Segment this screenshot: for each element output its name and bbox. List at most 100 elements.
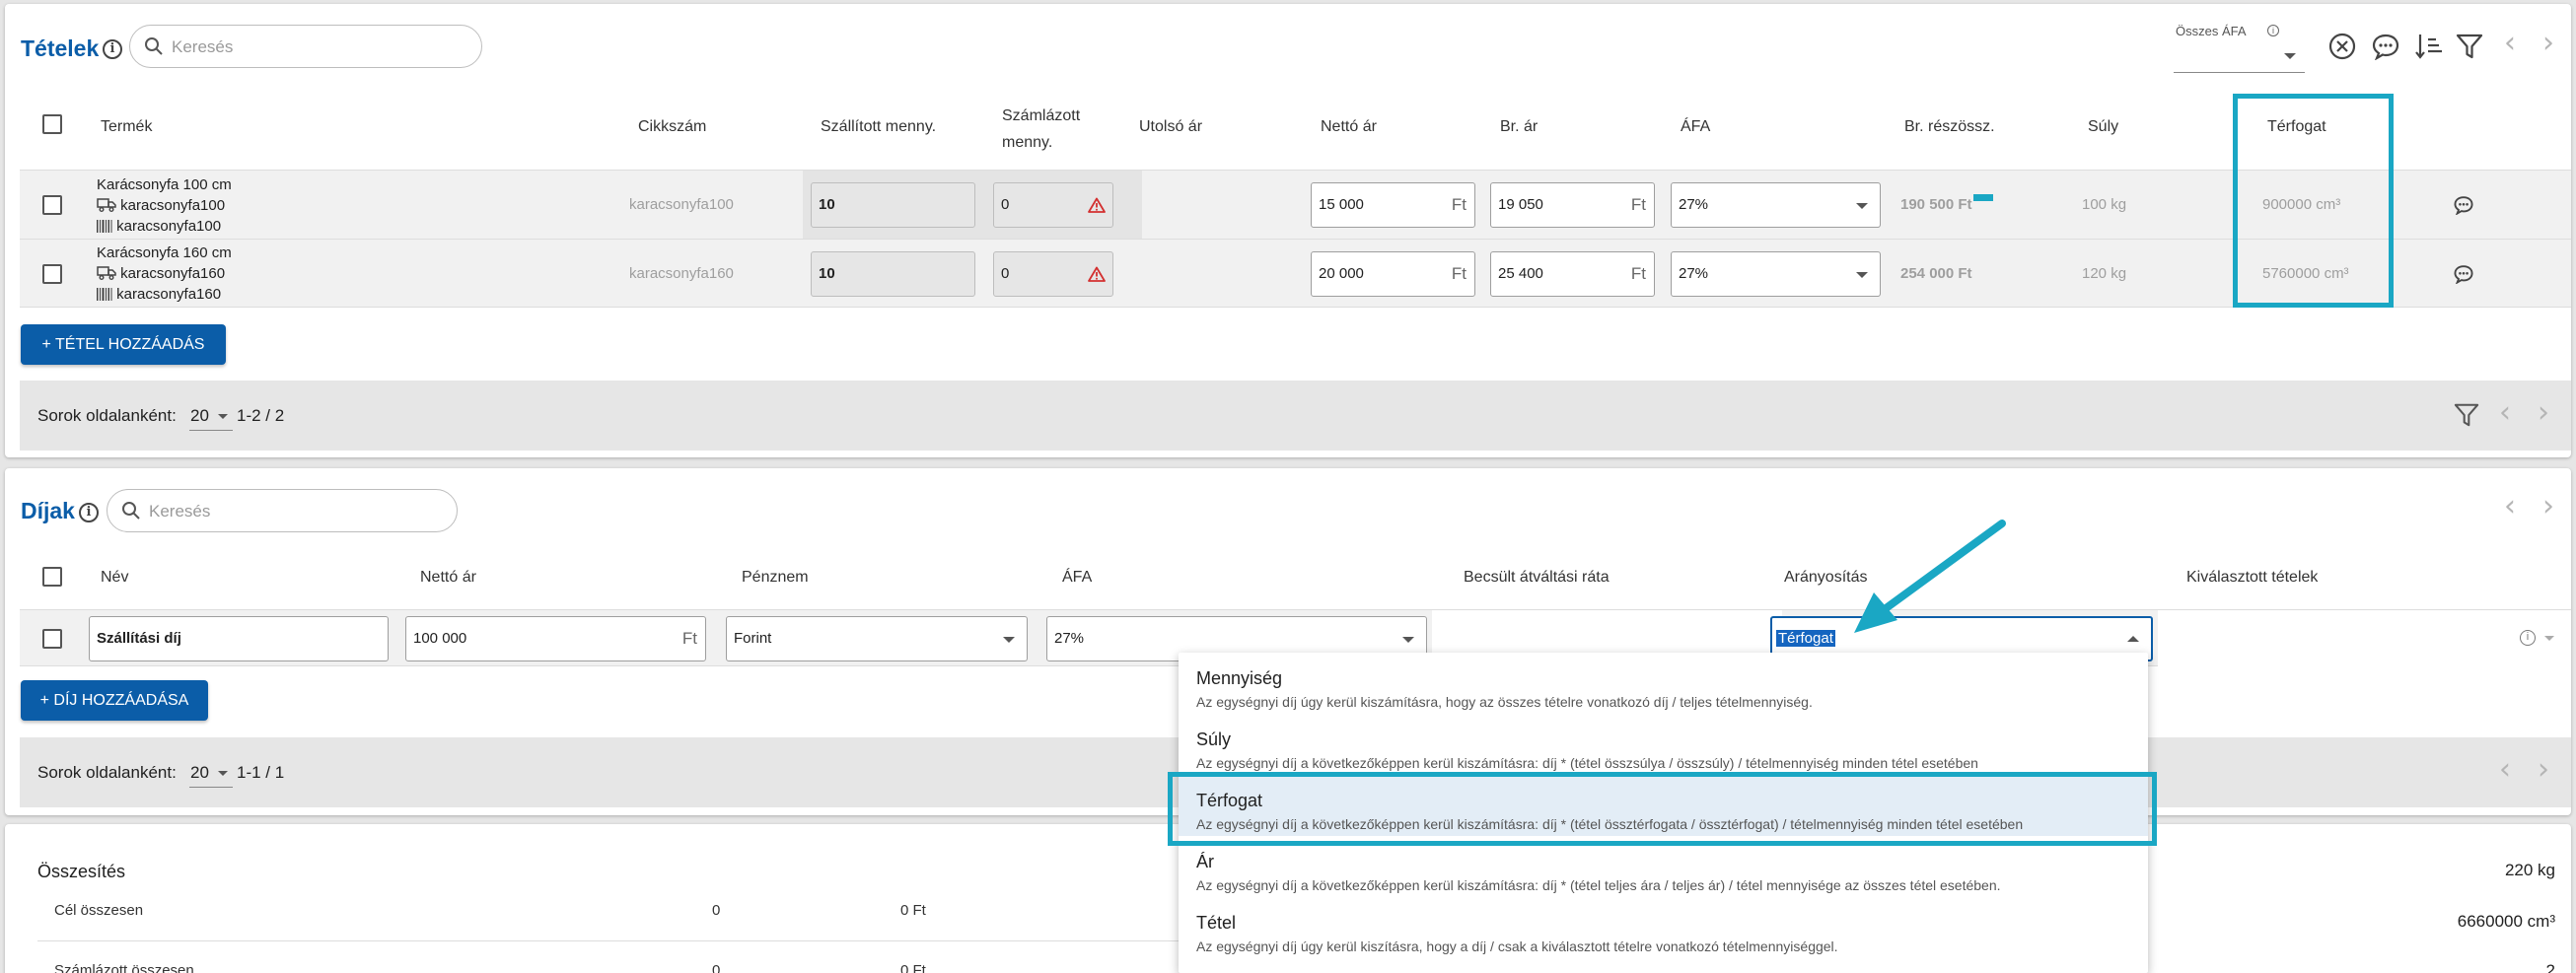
volume-option-highlight xyxy=(1168,772,2157,846)
chevron-down-icon xyxy=(1402,637,1414,643)
warning-icon xyxy=(1088,197,1106,213)
chevron-right-icon[interactable]: › xyxy=(2542,492,2554,521)
product-sub-barcode: karacsonyfa160 xyxy=(97,286,221,303)
fees-search-input[interactable]: Keresés xyxy=(107,489,458,532)
chevron-down-icon xyxy=(218,414,228,419)
chevron-right-icon[interactable]: › xyxy=(2538,398,2549,428)
info-icon[interactable]: i xyxy=(103,39,122,59)
col-header-vat[interactable]: ÁFA xyxy=(1681,118,1710,136)
col-header-name[interactable]: Név xyxy=(101,569,128,587)
invoiced-qty-input[interactable]: 0 xyxy=(993,182,1113,228)
row-checkbox[interactable] xyxy=(42,264,62,284)
net-price-input[interactable]: 15 000 Ft xyxy=(1311,182,1475,228)
items-search-input[interactable]: Keresés xyxy=(129,25,482,68)
comment-icon[interactable] xyxy=(2453,264,2474,284)
summary-row-qty: 0 xyxy=(712,962,721,973)
col-header-selected-items[interactable]: Kiválasztott tételek xyxy=(2186,569,2318,587)
product-sub-barcode: karacsonyfa100 xyxy=(97,218,221,235)
filter-icon[interactable] xyxy=(2456,33,2483,60)
items-pagination: Sorok oldalanként: 20 1-2 / 2 ‹ › xyxy=(20,381,2571,451)
sort-icon[interactable] xyxy=(2414,32,2444,61)
fee-currency-select[interactable]: Forint xyxy=(726,616,1028,661)
warning-icon xyxy=(1088,266,1106,282)
chevron-down-icon[interactable] xyxy=(2544,636,2554,641)
allocation-option-item[interactable]: Tétel Az egységnyi díj úgy kerül kiszítá… xyxy=(1179,897,2148,958)
col-header-gross-subtotal[interactable]: Br. részössz. xyxy=(1904,118,1995,136)
info-icon[interactable]: i xyxy=(2520,630,2536,646)
weight-value: 100 kg xyxy=(2082,196,2127,213)
product-name: Karácsonyfa 100 cm xyxy=(97,176,232,193)
barcode-icon xyxy=(97,220,112,233)
col-header-shipped[interactable]: Szállított menny. xyxy=(821,118,936,136)
allocation-option-weight[interactable]: Súly Az egységnyi díj a következőképpen … xyxy=(1179,714,2148,775)
col-header-exchange-rate[interactable]: Becsült átváltási ráta xyxy=(1464,569,1610,587)
add-fee-button[interactable]: + DÍJ HOZZÁADÁSA xyxy=(21,680,208,721)
col-header-gross-price[interactable]: Br. ár xyxy=(1500,118,1538,136)
chevron-right-icon[interactable]: › xyxy=(2542,29,2554,58)
shipped-qty-input[interactable]: 10 xyxy=(811,251,975,297)
comment-icon[interactable] xyxy=(2371,33,2400,60)
invoiced-qty-input[interactable]: 0 xyxy=(993,251,1113,297)
col-header-product[interactable]: Termék xyxy=(101,118,152,136)
product-sub-barcode-text: karacsonyfa160 xyxy=(116,286,222,303)
col-header-sku[interactable]: Cikkszám xyxy=(638,118,706,136)
chevron-left-icon[interactable]: ‹ xyxy=(2504,492,2516,521)
col-header-net-price[interactable]: Nettó ár xyxy=(1321,118,1377,136)
filter-icon[interactable] xyxy=(2454,402,2479,428)
items-title: Tételek xyxy=(21,35,100,61)
search-icon xyxy=(145,37,163,55)
table-row: Karácsonyfa 160 cm karacsonyfa160 karacs… xyxy=(20,239,2571,308)
table-row: Karácsonyfa 100 cm karacsonyfa100 karacs… xyxy=(20,170,2571,239)
info-icon[interactable]: i xyxy=(79,503,99,522)
row-checkbox[interactable] xyxy=(42,629,62,649)
truck-icon xyxy=(97,266,116,280)
shipped-qty-input[interactable]: 10 xyxy=(811,182,975,228)
add-item-button[interactable]: + TÉTEL HOZZÁADÁS xyxy=(21,324,226,365)
page-range: 1-1 / 1 xyxy=(237,763,285,782)
gross-price-input[interactable]: 25 400 Ft xyxy=(1490,251,1655,297)
col-header-vat[interactable]: ÁFA xyxy=(1062,569,1092,587)
select-all-checkbox[interactable] xyxy=(42,114,62,134)
sku-value: karacsonyfa100 xyxy=(629,196,734,213)
rows-per-page-select[interactable]: 20 xyxy=(189,759,233,788)
vat-select[interactable]: 27% xyxy=(1671,182,1881,228)
product-sub-shipping: karacsonyfa100 xyxy=(97,197,225,214)
allocation-option-quantity[interactable]: Mennyiség Az egységnyi díj úgy kerül kis… xyxy=(1179,653,2148,714)
product-sub-shipping-text: karacsonyfa160 xyxy=(120,265,226,282)
chevron-left-icon[interactable]: ‹ xyxy=(2499,398,2511,428)
chevron-left-icon[interactable]: ‹ xyxy=(2499,755,2511,785)
col-header-invoiced[interactable]: Számlázott menny. xyxy=(1002,103,1080,156)
truck-icon xyxy=(97,198,116,212)
search-icon xyxy=(122,502,140,520)
col-header-invoiced-line2: menny. xyxy=(1002,134,1053,151)
clear-filter-icon[interactable] xyxy=(2328,33,2356,60)
col-header-weight[interactable]: Súly xyxy=(2088,118,2118,136)
rows-per-page-select[interactable]: 20 xyxy=(189,402,233,431)
page-range: 1-2 / 2 xyxy=(237,406,285,425)
fee-net-price-input[interactable]: 100 000 Ft xyxy=(405,616,706,661)
gross-price-input[interactable]: 19 050 Ft xyxy=(1490,182,1655,228)
row-checkbox[interactable] xyxy=(42,195,62,215)
items-card: Tételek i Keresés Összes ÁFA i ‹ › Termé… xyxy=(5,4,2571,457)
comment-icon[interactable] xyxy=(2453,195,2474,215)
barcode-icon xyxy=(97,288,112,301)
product-sub-shipping: karacsonyfa160 xyxy=(97,265,225,282)
chevron-right-icon[interactable]: › xyxy=(2538,755,2549,785)
product-sub-barcode-text: karacsonyfa100 xyxy=(116,218,222,235)
summary-title: Összesítés xyxy=(37,862,126,881)
cursor-marker xyxy=(1973,194,1993,201)
fee-name-input[interactable]: Szállítási díj xyxy=(89,616,389,661)
volume-column-highlight xyxy=(2233,94,2394,308)
col-header-last-price[interactable]: Utolsó ár xyxy=(1139,118,1202,136)
chevron-down-icon xyxy=(1003,637,1015,643)
select-all-checkbox[interactable] xyxy=(42,567,62,587)
col-header-net-price[interactable]: Nettó ár xyxy=(420,569,476,587)
summary-row-amount: 0 Ft xyxy=(900,902,926,919)
col-header-currency[interactable]: Pénznem xyxy=(742,569,809,587)
net-price-input[interactable]: 20 000 Ft xyxy=(1311,251,1475,297)
vat-select[interactable]: Összes ÁFA i xyxy=(2174,22,2305,73)
summary-weight: 220 kg xyxy=(2504,861,2555,879)
search-placeholder: Keresés xyxy=(172,37,234,56)
vat-select[interactable]: 27% xyxy=(1671,251,1881,297)
chevron-left-icon[interactable]: ‹ xyxy=(2504,29,2516,58)
